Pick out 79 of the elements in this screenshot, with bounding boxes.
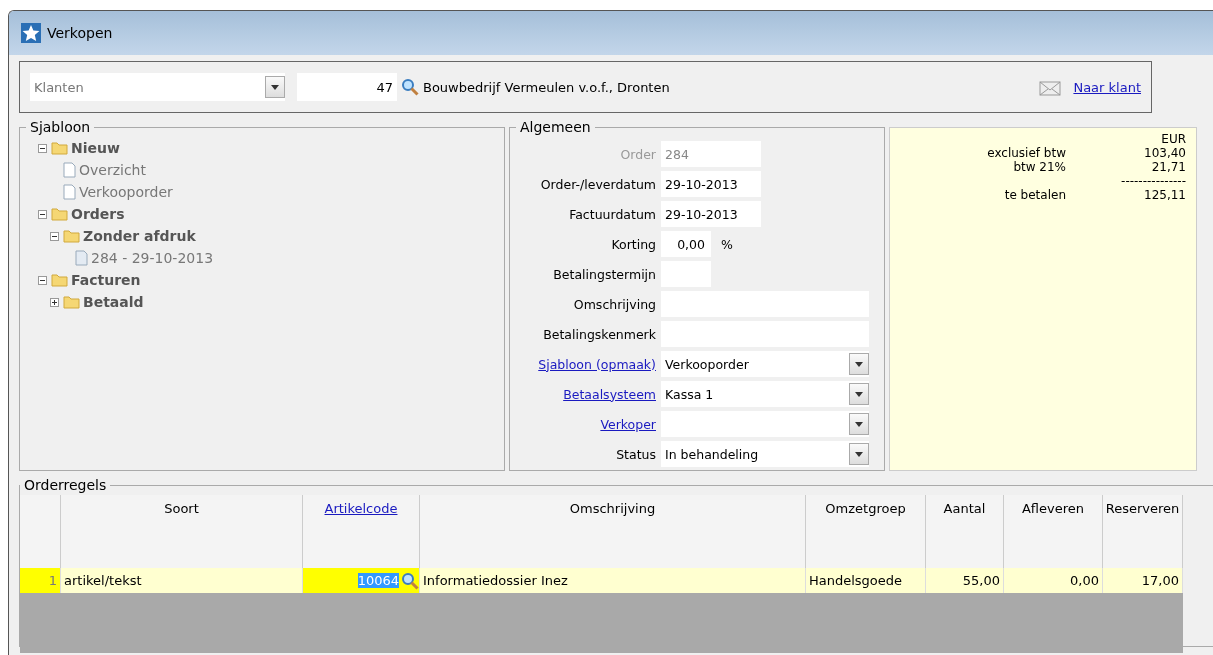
document-icon bbox=[63, 184, 76, 200]
tree-item[interactable]: Overzicht bbox=[79, 162, 146, 178]
column-header[interactable]: Reserveren bbox=[1103, 495, 1183, 568]
caret-icon bbox=[855, 361, 863, 367]
collapse-icon[interactable] bbox=[38, 209, 47, 219]
customer-type-select[interactable]: Klanten bbox=[30, 73, 285, 101]
total-label: te betalen bbox=[1003, 188, 1066, 202]
total-label: btw 21% bbox=[1012, 160, 1066, 174]
field-label: Order bbox=[620, 146, 656, 162]
table-cell: Handelsgoede bbox=[806, 568, 926, 593]
star-icon bbox=[21, 23, 41, 43]
row-number[interactable]: 1 bbox=[20, 568, 61, 593]
caret-icon bbox=[855, 421, 863, 427]
collapse-icon[interactable] bbox=[38, 143, 47, 153]
panel-title: Orderregels bbox=[23, 477, 108, 493]
field-label: Betalingskenmerk bbox=[543, 326, 656, 342]
customer-number-field[interactable]: 47 bbox=[297, 73, 397, 101]
panel-title: Algemeen bbox=[519, 119, 592, 135]
total-value: 103,40 bbox=[1143, 146, 1186, 160]
column-header[interactable]: Afleveren bbox=[1004, 495, 1103, 568]
folder-icon bbox=[51, 207, 68, 221]
customer-link[interactable]: Naar klant bbox=[1073, 79, 1141, 95]
total-value: 21,71 bbox=[1150, 160, 1186, 174]
dropdown-field[interactable]: In behandeling bbox=[661, 441, 869, 467]
table-cell: 55,00 bbox=[926, 568, 1004, 593]
field-label: Status bbox=[616, 446, 656, 462]
field-label: Omschrijving bbox=[573, 296, 656, 312]
search-icon[interactable] bbox=[401, 571, 419, 590]
tree-item[interactable]: Verkooporder bbox=[79, 184, 173, 200]
folder-icon bbox=[63, 229, 80, 243]
input-field[interactable]: 29-10-2013 bbox=[661, 201, 761, 227]
field-label-link[interactable]: Betaalsysteem bbox=[563, 386, 656, 402]
field-label-link[interactable]: Verkoper bbox=[600, 416, 656, 432]
column-header[interactable]: Omschrijving bbox=[420, 495, 806, 568]
tree-item[interactable]: Facturen bbox=[71, 272, 141, 288]
caret-icon bbox=[855, 451, 863, 457]
column-header[interactable]: Artikelcode bbox=[303, 495, 420, 568]
total-label: exclusief btw bbox=[986, 146, 1066, 160]
document-icon bbox=[63, 162, 76, 178]
tree-item[interactable]: Nieuw bbox=[71, 140, 120, 156]
table-cell: 17,00 bbox=[1103, 568, 1183, 593]
folder-icon bbox=[51, 273, 68, 287]
field-label-link[interactable]: Sjabloon (opmaak) bbox=[538, 356, 656, 372]
tree-item[interactable]: Betaald bbox=[83, 294, 144, 310]
panel-title: Sjabloon bbox=[29, 119, 92, 135]
field-label: Order-/leverdatum bbox=[540, 176, 656, 192]
table-cell: artikel/tekst bbox=[61, 568, 303, 593]
tree-item[interactable]: 284 - 29-10-2013 bbox=[91, 250, 214, 266]
field-label: Betalingstermijn bbox=[553, 266, 656, 282]
folder-icon bbox=[51, 141, 68, 155]
collapse-icon[interactable] bbox=[38, 275, 47, 285]
caret-icon bbox=[855, 391, 863, 397]
dropdown-field[interactable]: Verkooporder bbox=[661, 351, 869, 377]
column-header[interactable]: Aantal bbox=[926, 495, 1004, 568]
tree-item[interactable]: Orders bbox=[71, 206, 125, 222]
document-icon bbox=[75, 250, 88, 266]
field-label: Korting bbox=[611, 236, 656, 252]
separator-text: --------------- bbox=[1120, 176, 1186, 186]
dropdown-field[interactable]: Kassa 1 bbox=[661, 381, 869, 407]
search-icon[interactable] bbox=[401, 78, 419, 96]
field-label: Factuurdatum bbox=[569, 206, 656, 222]
collapse-icon[interactable] bbox=[50, 231, 59, 241]
unit-label: % bbox=[721, 236, 733, 252]
input-field[interactable]: 0,00 bbox=[661, 231, 711, 257]
currency-label: EUR bbox=[1160, 132, 1186, 146]
customer-name: Bouwbedrijf Vermeulen v.o.f., Dronten bbox=[423, 79, 670, 95]
column-header[interactable]: Soort bbox=[61, 495, 303, 568]
column-header[interactable]: Omzetgroep bbox=[806, 495, 926, 568]
table-cell: 0,00 bbox=[1004, 568, 1103, 593]
total-value: 125,11 bbox=[1143, 188, 1186, 202]
tree-item[interactable]: Zonder afdruk bbox=[83, 228, 196, 244]
input-field[interactable]: 29-10-2013 bbox=[661, 171, 761, 197]
caret-icon bbox=[271, 84, 279, 90]
expand-icon[interactable] bbox=[50, 297, 59, 307]
window-title: Verkopen bbox=[47, 25, 113, 41]
folder-icon bbox=[63, 295, 80, 309]
dropdown-field[interactable] bbox=[661, 411, 869, 437]
table-cell: Informatiedossier Inez bbox=[420, 568, 806, 593]
envelope-icon[interactable] bbox=[1039, 78, 1062, 96]
